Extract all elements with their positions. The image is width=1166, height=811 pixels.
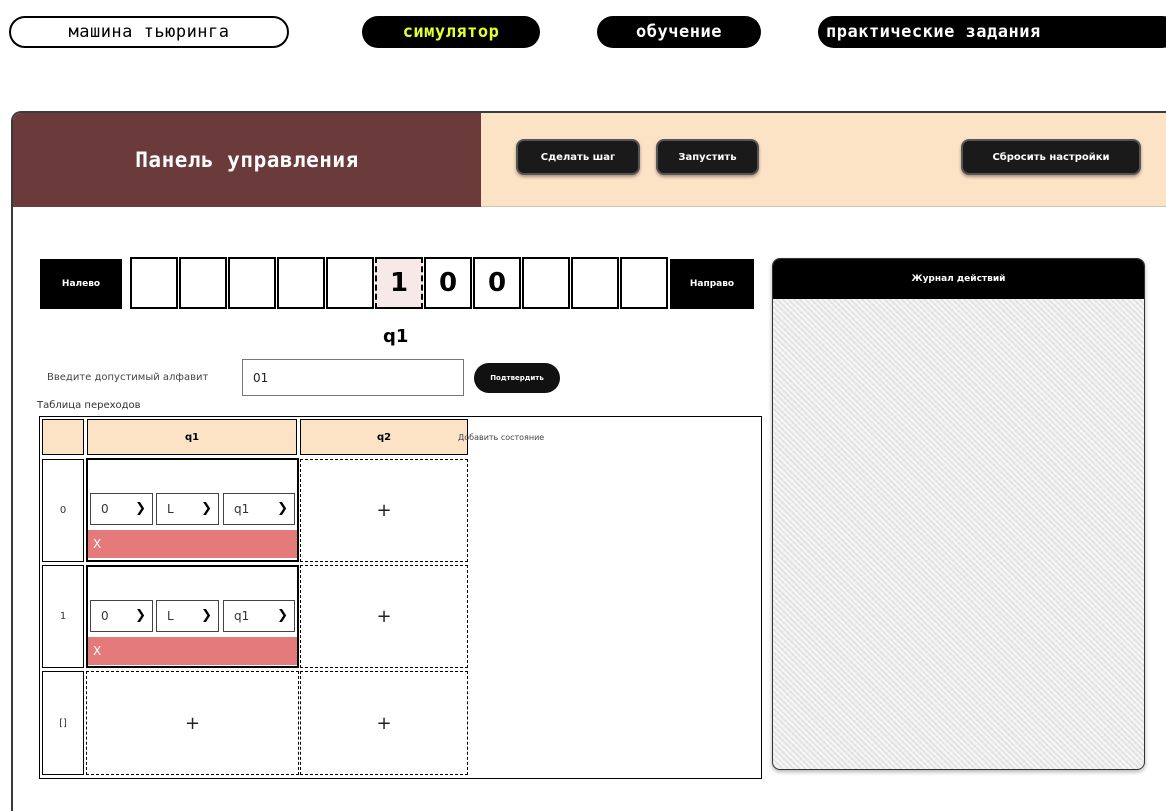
chevron-down-icon: ❯ [201,608,212,623]
chevron-down-icon: ❯ [135,608,146,623]
add-transition-button[interactable]: + [300,671,468,775]
table-corner [42,419,84,455]
tape-cell[interactable] [277,257,325,309]
next-state-value: q1 [234,609,250,623]
chevron-down-icon: ❯ [135,501,146,516]
delete-transition-button[interactable]: X [88,637,297,665]
chevron-down-icon: ❯ [201,501,212,516]
transition-cell: 0 ❯ L ❯ q1 ❯ X [86,458,299,562]
tape-cell[interactable] [179,257,227,309]
row-header-0: 0 [42,459,84,562]
column-header-q2: q2 [300,419,468,455]
move-direction-select[interactable]: L ❯ [156,493,219,525]
tape-cell[interactable] [228,257,276,309]
move-direction-value: L [167,609,174,623]
write-symbol-select[interactable]: 0 ❯ [90,600,153,632]
action-log: Журнал действий [772,258,1145,770]
column-header-q1: q1 [87,419,297,455]
nav-home-link[interactable]: машина тьюринга [9,16,289,48]
transition-table: q1 q2 Добавить состояние 0 0 ❯ L ❯ q1 ❯ X +… [39,416,762,779]
reset-settings-button[interactable]: Сбросить настройки [961,139,1141,175]
transition-cell: 0 ❯ L ❯ q1 ❯ X [86,565,299,668]
tape-cell[interactable] [130,257,178,309]
tape-cell[interactable]: 0 [424,257,472,309]
write-symbol-select[interactable]: 0 ❯ [90,493,153,525]
nav-tasks-link[interactable]: практические задания [818,16,1166,48]
tape-cell[interactable]: 0 [473,257,521,309]
chevron-down-icon: ❯ [277,608,288,623]
write-symbol-value: 0 [101,502,109,516]
add-transition-button[interactable]: + [86,671,299,775]
alphabet-label: Введите допустимый алфавит [47,372,209,383]
tape-cell[interactable] [571,257,619,309]
tape-cell-current[interactable]: 1 [375,257,423,309]
current-state: q1 [383,326,409,347]
add-transition-button[interactable]: + [300,459,468,562]
run-button[interactable]: Запустить [656,139,759,175]
confirm-alphabet-button[interactable]: Подтвердить [474,363,560,393]
add-state-button[interactable]: Добавить состояние [458,433,544,442]
next-state-select[interactable]: q1 ❯ [223,493,295,525]
move-direction-value: L [167,502,174,516]
transition-table-label: Таблица переходов [37,400,141,411]
write-symbol-value: 0 [101,609,109,623]
move-left-button[interactable]: Налево [40,259,122,309]
alphabet-input[interactable] [242,359,464,396]
next-state-value: q1 [234,502,250,516]
delete-transition-button[interactable]: X [88,530,297,558]
step-button[interactable]: Сделать шаг [516,139,640,175]
nav-simulator-link[interactable]: симулятор [362,16,540,48]
panel-title: Панель управления [13,113,481,207]
tape-cell[interactable] [326,257,374,309]
nav-learning-link[interactable]: обучение [597,16,761,48]
row-header-1: 1 [42,565,84,668]
chevron-down-icon: ❯ [277,501,288,516]
row-header-blank: [] [42,671,84,775]
tape-cell[interactable] [522,257,570,309]
action-log-title: Журнал действий [773,259,1144,299]
tape-cell[interactable] [620,257,668,309]
add-transition-button[interactable]: + [300,565,468,668]
move-right-button[interactable]: Направо [670,259,754,309]
next-state-select[interactable]: q1 ❯ [223,600,295,632]
simulator-panel: Панель управления Сделать шаг Запустить … [11,111,1166,811]
move-direction-select[interactable]: L ❯ [156,600,219,632]
control-panel-header: Панель управления Сделать шаг Запустить … [13,113,1166,207]
